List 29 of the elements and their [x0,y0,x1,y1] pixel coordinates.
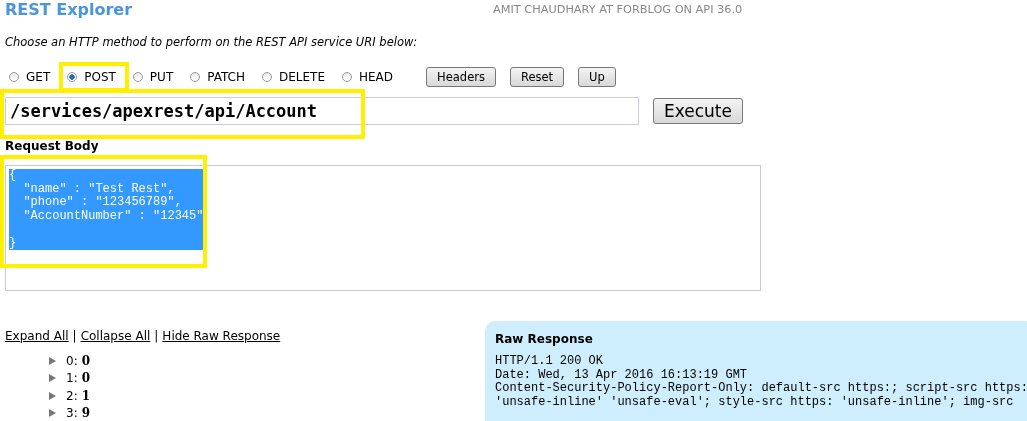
tree-item-value: 0 [81,353,91,368]
response-line: HTTP/1.1 200 OK [495,355,605,369]
tree-item-value: 9 [81,406,91,421]
page-title: REST Explorer [5,0,134,19]
tree-item-label: 2: [66,388,78,403]
toolbar-button[interactable]: Headers [426,67,496,87]
tree-item-label: 1: [66,371,78,386]
response-link[interactable]: Hide Raw Response [162,329,281,343]
response-line: Content-Security-Policy-Report-Only: default-src https:; script-src https: [495,382,1027,396]
uri-input-field[interactable]: /services/apexrest/api/Account [5,97,639,125]
link-separator: | [154,329,159,343]
method-radio[interactable]: POST [59,62,129,92]
user-info: AMIT CHAUDHARY AT FORBLOG ON API 36.0 [493,2,743,16]
raw-response-title: Raw Response [495,331,594,348]
link-separator: | [72,329,77,343]
execute-button[interactable]: Execute [653,98,743,124]
toolbar-button[interactable]: Up [578,67,616,87]
instructions-text: Choose an HTTP method to perform on the REST API service URI below: [5,35,419,51]
response-link[interactable]: Collapse All [80,329,151,343]
response-link[interactable]: Expand All [5,329,69,343]
toolbar-button[interactable]: Reset [509,67,565,87]
response-line: Date: Wed, 13 Apr 2016 16:13:19 GMT [495,368,749,382]
request-body-label: Request Body [5,139,100,153]
tree-item-value: 0 [81,371,91,386]
response-line: 'unsafe-inline' 'unsafe-eval'; style-src https: 'unsafe-inline'; img-src [495,395,1015,409]
tree-item-label: 0: [66,353,78,368]
request-body-text: { "name" : "Test Rest", "phone" : "123456789", "AccountNumber" : "12345" } [9,169,204,250]
tree-item-value: 1 [81,388,91,403]
tree-item-label: 3: [66,406,78,421]
